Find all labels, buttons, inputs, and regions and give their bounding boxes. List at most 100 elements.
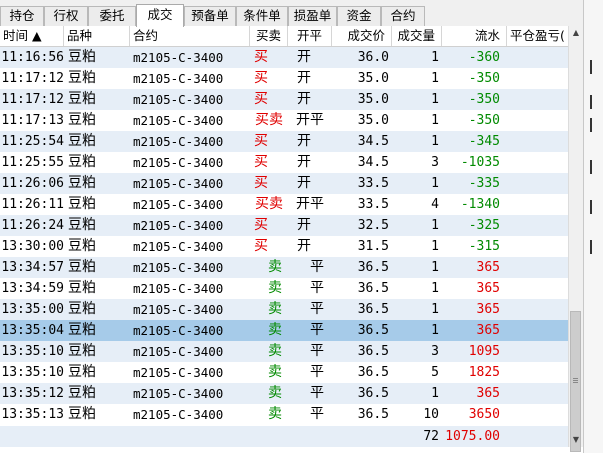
arrow-down-icon[interactable]: ▼ xyxy=(569,433,583,447)
cell-side: 卖 xyxy=(268,259,282,275)
cell-time: 11:26:11 xyxy=(1,197,64,212)
cell-side: 卖 xyxy=(268,406,282,422)
cell-price: 36.5 xyxy=(357,365,389,380)
cell-flow: -315 xyxy=(468,239,500,254)
table-row[interactable]: 13:34:59 豆粕 m2105-C-3400 卖平 36.5 1 365 xyxy=(0,278,568,299)
cell-side: 卖 xyxy=(268,364,282,380)
cell-qty: 1 xyxy=(431,302,439,317)
cell-flow: 365 xyxy=(476,260,500,275)
cell-side: 买 xyxy=(254,154,268,170)
cell-variety: 豆粕 xyxy=(68,364,96,380)
cell-qty: 1 xyxy=(431,281,439,296)
cell-variety: 豆粕 xyxy=(68,280,96,296)
table-row[interactable]: 11:26:11 豆粕 m2105-C-3400 买卖 开平 33.5 4 -1340 xyxy=(0,194,568,215)
tab-2[interactable]: 委托 xyxy=(88,6,136,26)
tab-8[interactable]: 合约 xyxy=(381,6,425,26)
tab-6[interactable]: 损盈单 xyxy=(288,6,337,26)
cell-qty: 1 xyxy=(431,92,439,107)
summary-row: 72 1075.00 xyxy=(0,426,568,447)
cell-contract: m2105-C-3400 xyxy=(133,218,224,233)
table-row[interactable]: 11:17:12 豆粕 m2105-C-3400 买开 35.0 1 -350 xyxy=(0,68,568,89)
cell-variety: 豆粕 xyxy=(68,112,96,128)
tab-1[interactable]: 行权 xyxy=(44,6,88,26)
cell-price: 36.5 xyxy=(357,386,389,401)
table-row[interactable]: 11:25:55 豆粕 m2105-C-3400 买开 34.5 3 -1035 xyxy=(0,152,568,173)
cell-qty: 1 xyxy=(431,239,439,254)
table-row[interactable]: 11:26:06 豆粕 m2105-C-3400 买开 33.5 1 -335 xyxy=(0,173,568,194)
cell-flow: -1340 xyxy=(460,197,500,212)
cell-variety: 豆粕 xyxy=(68,196,96,212)
table-row[interactable]: 13:35:12 豆粕 m2105-C-3400 卖平 36.5 1 365 xyxy=(0,383,568,404)
cell-side: 卖 xyxy=(268,301,282,317)
vertical-scrollbar[interactable]: ▲ ▼ xyxy=(568,26,583,452)
table-row[interactable]: 11:17:12 豆粕 m2105-C-3400 买开 35.0 1 -350 xyxy=(0,89,568,110)
cell-variety: 豆粕 xyxy=(68,238,96,254)
cell-time: 11:17:13 xyxy=(1,113,64,128)
table-row[interactable]: 13:35:10 豆粕 m2105-C-3400 卖平 36.5 5 1825 xyxy=(0,362,568,383)
table-row[interactable]: 13:35:04 豆粕 m2105-C-3400 卖平 36.5 1 365 xyxy=(0,320,568,341)
column-header-close-pnl[interactable]: 平仓盈亏( xyxy=(507,26,568,46)
cell-price: 35.0 xyxy=(357,71,389,86)
cell-qty: 10 xyxy=(423,407,439,422)
cell-contract: m2105-C-3400 xyxy=(133,155,224,170)
cell-price: 33.5 xyxy=(357,176,389,191)
cell-price: 36.5 xyxy=(357,344,389,359)
cell-flow: 365 xyxy=(476,323,500,338)
tab-7[interactable]: 资金 xyxy=(337,6,381,26)
cell-variety: 豆粕 xyxy=(68,154,96,170)
summary-flow: 1075.00 xyxy=(445,429,500,444)
cell-contract: m2105-C-3400 xyxy=(133,344,224,359)
cell-time: 13:35:10 xyxy=(1,365,64,380)
cell-time: 11:25:55 xyxy=(1,155,64,170)
cell-flow: -350 xyxy=(468,71,500,86)
cell-qty: 4 xyxy=(431,197,439,212)
cell-side: 卖 xyxy=(268,385,282,401)
tab-3[interactable]: 成交 xyxy=(136,4,184,27)
cell-contract: m2105-C-3400 xyxy=(133,365,224,380)
cell-variety: 豆粕 xyxy=(68,70,96,86)
cell-qty: 1 xyxy=(431,50,439,65)
cell-variety: 豆粕 xyxy=(68,385,96,401)
cell-variety: 豆粕 xyxy=(68,133,96,149)
tab-5[interactable]: 条件单 xyxy=(236,6,288,26)
table-row[interactable]: 13:35:10 豆粕 m2105-C-3400 卖平 36.5 3 1095 xyxy=(0,341,568,362)
cell-flow: 1095 xyxy=(468,344,500,359)
column-header-price[interactable]: 成交价 xyxy=(332,26,392,46)
table-row[interactable]: 13:30:00 豆粕 m2105-C-3400 买开 31.5 1 -315 xyxy=(0,236,568,257)
column-header-time[interactable]: 时间 ▲ xyxy=(0,26,64,46)
tab-0[interactable]: 持仓 xyxy=(0,6,44,26)
table-row[interactable]: 11:17:13 豆粕 m2105-C-3400 买卖 开平 35.0 1 -350 xyxy=(0,110,568,131)
table-row[interactable]: 11:25:54 豆粕 m2105-C-3400 买开 34.5 1 -345 xyxy=(0,131,568,152)
cell-flow: -350 xyxy=(468,92,500,107)
table-row[interactable]: 13:34:57 豆粕 m2105-C-3400 卖平 36.5 1 365 xyxy=(0,257,568,278)
cell-side: 买 xyxy=(254,133,268,149)
column-header-side[interactable]: 买卖 xyxy=(250,26,288,46)
column-header-open-close[interactable]: 开平 xyxy=(288,26,332,46)
cell-flow: -335 xyxy=(468,176,500,191)
cell-side: 买卖 xyxy=(255,196,283,212)
arrow-up-icon[interactable]: ▲ xyxy=(569,26,583,40)
column-header-qty[interactable]: 成交量 xyxy=(392,26,442,46)
cell-qty: 3 xyxy=(431,344,439,359)
cell-variety: 豆粕 xyxy=(68,406,96,422)
column-header-contract[interactable]: 合约 xyxy=(130,26,250,46)
table-row[interactable]: 11:16:56 豆粕 m2105-C-3400 买开 36.0 1 -360 xyxy=(0,47,568,68)
cell-contract: m2105-C-3400 xyxy=(133,113,224,128)
cell-time: 13:35:13 xyxy=(1,407,64,422)
column-header-variety[interactable]: 品种 xyxy=(64,26,130,46)
cell-flow: 365 xyxy=(476,302,500,317)
table-row[interactable]: 13:35:13 豆粕 m2105-C-3400 卖平 36.5 10 3650 xyxy=(0,404,568,425)
cell-contract: m2105-C-3400 xyxy=(133,239,224,254)
cell-variety: 豆粕 xyxy=(68,217,96,233)
column-header-flow[interactable]: 流水 xyxy=(442,26,507,46)
cell-flow: 1825 xyxy=(468,365,500,380)
scrollbar-thumb[interactable] xyxy=(570,311,581,452)
cell-flow: -350 xyxy=(468,113,500,128)
table-row[interactable]: 13:35:00 豆粕 m2105-C-3400 卖平 36.5 1 365 xyxy=(0,299,568,320)
cell-price: 32.5 xyxy=(357,218,389,233)
tab-4[interactable]: 预备单 xyxy=(184,6,236,26)
cell-time: 13:35:12 xyxy=(1,386,64,401)
table-row[interactable]: 11:26:24 豆粕 m2105-C-3400 买开 32.5 1 -325 xyxy=(0,215,568,236)
cell-contract: m2105-C-3400 xyxy=(133,386,224,401)
cell-flow: -1035 xyxy=(460,155,500,170)
